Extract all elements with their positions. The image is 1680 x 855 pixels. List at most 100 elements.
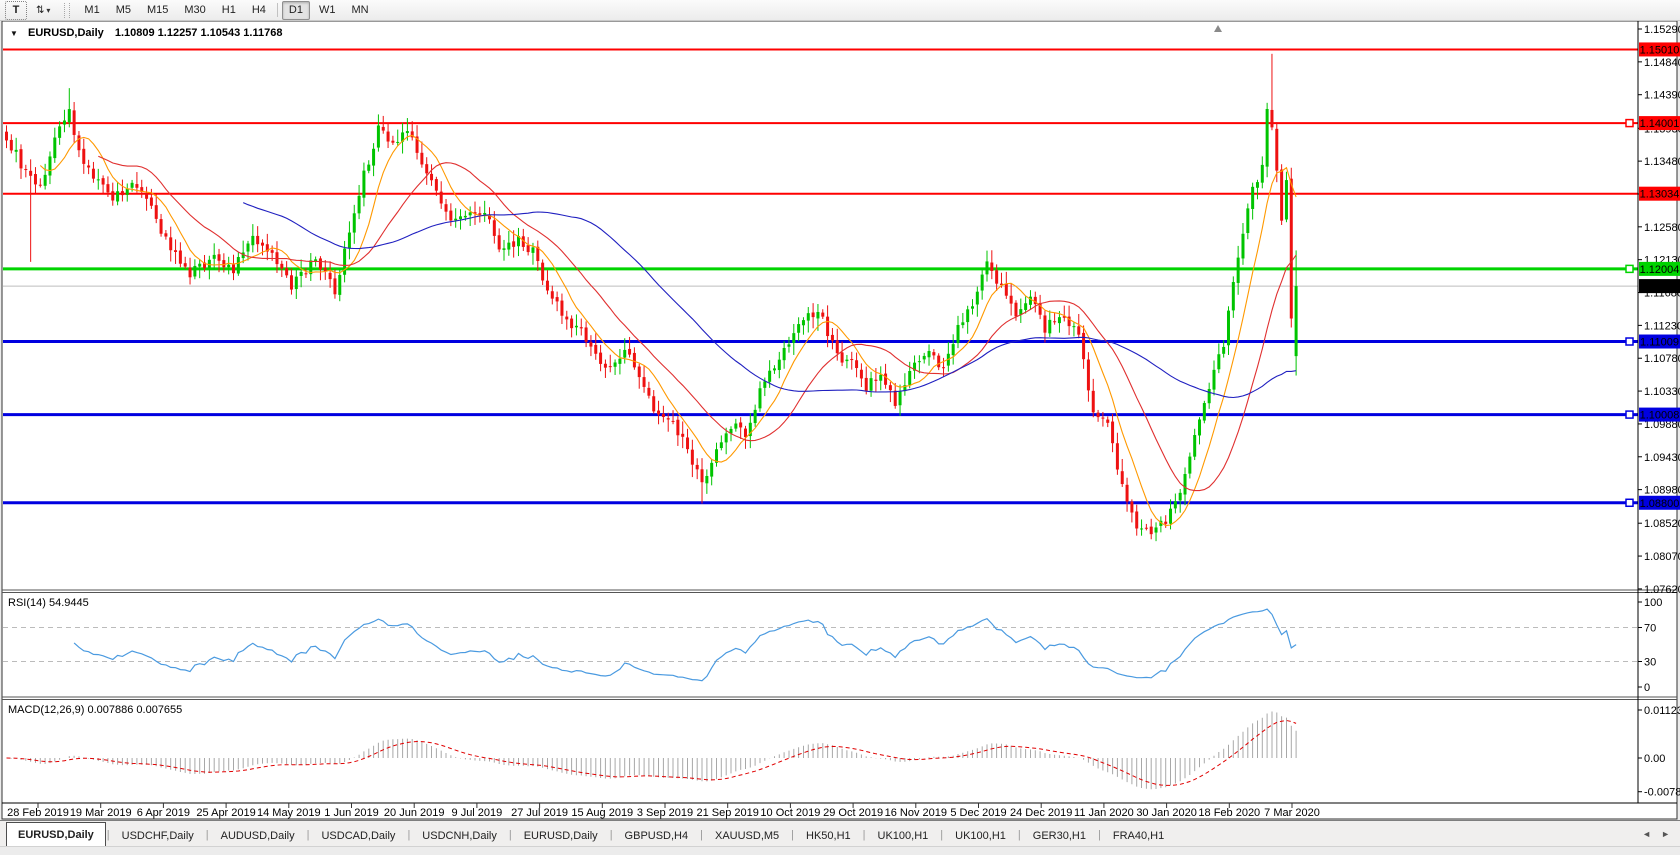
date-label: 1 Jun 2019 — [324, 807, 378, 819]
candle-down — [449, 211, 452, 221]
candle-down — [189, 268, 192, 278]
date-label: 3 Sep 2019 — [637, 807, 693, 819]
candle-up — [768, 371, 771, 382]
chart-tab-USDCHF-Daily[interactable]: USDCHF,Daily — [111, 825, 205, 846]
level-handle-1.10008[interactable] — [1626, 411, 1633, 418]
level-handle-1.11009[interactable] — [1626, 338, 1633, 345]
candle-up — [48, 156, 51, 175]
candle-up — [1213, 370, 1216, 390]
candle-up — [879, 375, 882, 381]
candle-down — [34, 174, 37, 184]
price-axis-label: 1.10330 — [1644, 386, 1680, 398]
rsi-scale-label: 30 — [1644, 657, 1656, 669]
timeframe-button-MN[interactable]: MN — [344, 1, 375, 20]
date-label: 25 Apr 2019 — [196, 807, 255, 819]
date-label: 29 Oct 2019 — [823, 807, 883, 819]
price-axis-label: 1.12580 — [1644, 222, 1680, 234]
chart-area[interactable]: 1.152901.148401.143901.139301.134801.130… — [0, 0, 1680, 855]
candle-down — [29, 171, 32, 176]
timeframe-button-H4[interactable]: H4 — [245, 1, 273, 20]
candle-up — [787, 344, 790, 346]
chart-tab-GBPUSD-H4[interactable]: GBPUSD,H4 — [614, 825, 700, 846]
candle-down — [812, 312, 815, 317]
rsi-scale-label: 100 — [1644, 597, 1662, 609]
level-handle-1.14001[interactable] — [1626, 120, 1633, 127]
cursor-tool-button[interactable]: ⇅ ▾ — [29, 1, 57, 20]
candle-up — [870, 378, 873, 391]
level-handle-1.12004[interactable] — [1626, 265, 1633, 272]
timeframe-button-M15[interactable]: M15 — [140, 1, 175, 20]
candle-down — [1097, 413, 1100, 417]
candle-up — [783, 348, 786, 360]
chart-tab-GER30-H1[interactable]: GER30,H1 — [1022, 825, 1097, 846]
macd-scale-label: 0.011232 — [1644, 705, 1680, 717]
candle-down — [942, 367, 945, 368]
tab-scroll-right-icon[interactable]: ► — [1661, 829, 1670, 839]
level-handle-1.08800[interactable] — [1626, 499, 1633, 506]
candle-down — [889, 385, 892, 390]
timeframe-button-M5[interactable]: M5 — [109, 1, 138, 20]
collapse-chart-icon[interactable]: ▼ — [10, 29, 18, 38]
candle-down — [739, 422, 742, 427]
candle-up — [1295, 286, 1298, 356]
candle-down — [280, 264, 283, 269]
timeframe-button-M30[interactable]: M30 — [177, 1, 212, 20]
candle-up — [1256, 182, 1259, 188]
candle-up — [981, 275, 984, 291]
candle-up — [923, 356, 926, 359]
candle-up — [1198, 419, 1201, 435]
chart-tab-AUDUSD-Daily[interactable]: AUDUSD,Daily — [210, 825, 306, 846]
price-axis-label: 1.08980 — [1644, 485, 1680, 497]
chart-tab-UK100-H1[interactable]: UK100,H1 — [944, 825, 1017, 846]
candle-down — [628, 349, 631, 355]
chart-tab-UK100-H1[interactable]: UK100,H1 — [867, 825, 940, 846]
chart-tab-HK50-H1[interactable]: HK50,H1 — [795, 825, 862, 846]
candle-down — [1005, 284, 1008, 296]
candle-up — [1174, 501, 1177, 508]
candle-down — [672, 421, 675, 422]
timeframe-button-M1[interactable]: M1 — [77, 1, 106, 20]
candle-down — [826, 317, 829, 336]
tab-scroll-left-icon[interactable]: ◄ — [1642, 829, 1651, 839]
date-label: 18 Feb 2020 — [1198, 807, 1260, 819]
chart-tab-EURUSD-Daily[interactable]: EURUSD,Daily — [513, 825, 609, 846]
candle-up — [845, 360, 848, 361]
candle-up — [208, 260, 211, 268]
timeframe-button-D1[interactable]: D1 — [282, 1, 310, 20]
chart-tab-FRA40-H1[interactable]: FRA40,H1 — [1102, 825, 1175, 846]
candle-up — [802, 320, 805, 325]
candle-up — [792, 333, 795, 343]
candle-down — [387, 132, 390, 142]
candle-down — [179, 251, 182, 264]
date-label: 16 Nov 2019 — [885, 807, 947, 819]
candle-down — [1290, 179, 1293, 319]
text-tool-button[interactable]: T — [5, 1, 27, 20]
date-label: 24 Dec 2019 — [1010, 807, 1072, 819]
candle-up — [1251, 187, 1254, 209]
timeframe-button-H1[interactable]: H1 — [215, 1, 243, 20]
chart-tab-USDCNH-Daily[interactable]: USDCNH,Daily — [411, 825, 508, 846]
candle-down — [82, 149, 85, 164]
candle-up — [754, 410, 757, 423]
chart-tab-USDCAD-Daily[interactable]: USDCAD,Daily — [310, 825, 406, 846]
candle-up — [778, 360, 781, 370]
candle-up — [502, 248, 505, 250]
candle-up — [1261, 165, 1264, 183]
timeframe-button-W1[interactable]: W1 — [312, 1, 343, 20]
level-badge-text: 1.15010 — [1640, 44, 1680, 56]
candle-down — [860, 370, 863, 379]
candle-down — [435, 179, 438, 191]
price-axis-label: 1.11230 — [1644, 320, 1680, 332]
level-badge-text: 1.14001 — [1640, 118, 1680, 130]
candle-up — [1208, 389, 1211, 403]
candle-down — [652, 396, 655, 411]
candle-up — [1184, 474, 1187, 495]
candle-down — [145, 194, 148, 199]
candle-up — [126, 189, 129, 195]
chart-tab-EURUSD-Daily[interactable]: EURUSD,Daily — [6, 822, 106, 846]
candle-down — [1130, 502, 1133, 513]
chart-tab-XAUUSD-M5[interactable]: XAUUSD,M5 — [704, 825, 790, 846]
candle-up — [1058, 317, 1061, 323]
candle-up — [531, 247, 534, 252]
candle-up — [367, 165, 370, 171]
